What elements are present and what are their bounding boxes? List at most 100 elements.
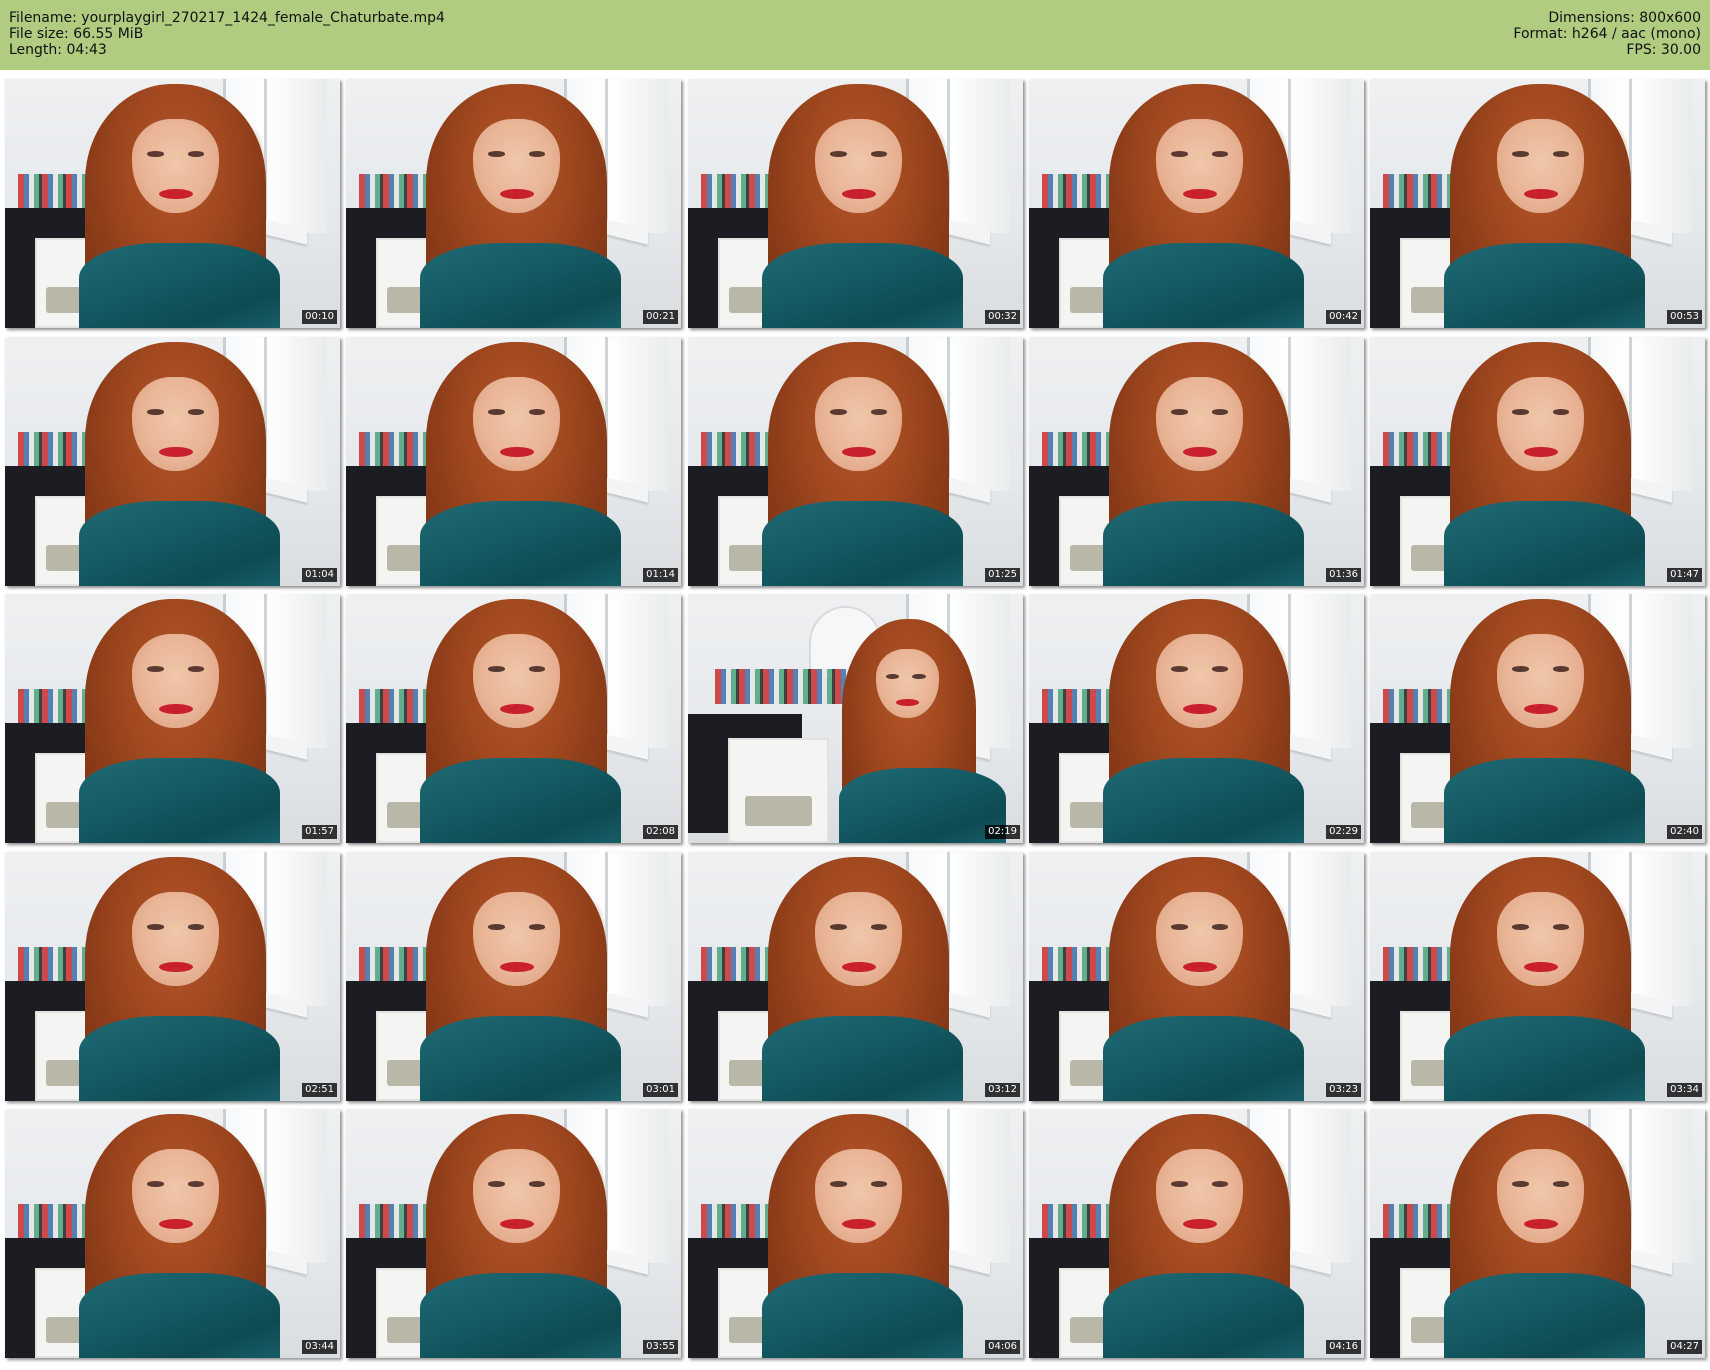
person-lips	[159, 961, 193, 972]
video-thumbnail[interactable]: 03:23	[1029, 852, 1364, 1101]
person-lips	[1183, 961, 1217, 972]
video-thumbnail[interactable]: 01:36	[1029, 337, 1364, 586]
person-lips	[500, 961, 534, 972]
person-eye	[528, 409, 546, 415]
person-lips	[1183, 703, 1217, 714]
person-eye	[830, 1181, 848, 1187]
person-lips	[842, 446, 876, 457]
video-thumbnail[interactable]: 02:51	[5, 852, 340, 1101]
timestamp-label: 03:23	[1326, 1083, 1361, 1097]
person-lips	[1183, 446, 1217, 457]
dimensions-text: Dimensions: 800x600	[1548, 10, 1701, 26]
person-lips	[500, 188, 534, 199]
filename-text: Filename: yourplaygirl_270217_1424_femal…	[9, 10, 445, 26]
timestamp-label: 03:44	[302, 1340, 337, 1354]
timestamp-label: 00:21	[643, 310, 678, 324]
person-robe	[761, 1016, 963, 1101]
person-eye	[488, 924, 506, 930]
person-robe	[78, 1273, 280, 1358]
video-thumbnail[interactable]: 01:47	[1370, 337, 1705, 586]
person-robe	[761, 1273, 963, 1358]
person-robe	[419, 1016, 621, 1101]
video-thumbnail[interactable]: 04:27	[1370, 1109, 1705, 1358]
person-eye	[1171, 409, 1189, 415]
video-thumbnail[interactable]: 01:14	[346, 337, 681, 586]
video-thumbnail[interactable]: 01:25	[688, 337, 1023, 586]
person-eye	[488, 666, 506, 672]
video-thumbnail[interactable]: 03:01	[346, 852, 681, 1101]
person-robe	[78, 758, 280, 843]
person-eye	[1552, 924, 1570, 930]
person-robe	[1443, 501, 1645, 586]
video-thumbnail[interactable]: 04:16	[1029, 1109, 1364, 1358]
person-eye	[885, 673, 900, 680]
person-eye	[870, 409, 888, 415]
person-robe	[419, 1273, 621, 1358]
person-robe	[1443, 1273, 1645, 1358]
timestamp-label: 01:57	[302, 825, 337, 839]
video-thumbnail[interactable]: 03:55	[346, 1109, 681, 1358]
person-eye	[1512, 409, 1530, 415]
person-lips	[159, 1218, 193, 1229]
person-eye	[187, 409, 205, 415]
video-thumbnail[interactable]: 00:53	[1370, 79, 1705, 328]
video-thumbnail[interactable]: 04:06	[688, 1109, 1023, 1358]
timestamp-label: 00:42	[1326, 310, 1361, 324]
length-text: Length: 04:43	[9, 42, 107, 58]
person-eye	[1171, 151, 1189, 157]
person-eye	[870, 924, 888, 930]
person-eye	[1211, 151, 1229, 157]
timestamp-label: 00:32	[985, 310, 1020, 324]
format-text: Format: h264 / aac (mono)	[1513, 26, 1701, 42]
video-thumbnail[interactable]: 03:12	[688, 852, 1023, 1101]
video-thumbnail[interactable]: 00:10	[5, 79, 340, 328]
person-eye	[1211, 409, 1229, 415]
timestamp-label: 04:27	[1667, 1340, 1702, 1354]
video-thumbnail[interactable]: 02:40	[1370, 594, 1705, 843]
person-eye	[147, 1181, 165, 1187]
person-robe	[1443, 1016, 1645, 1101]
timestamp-label: 02:40	[1667, 825, 1702, 839]
person-eye	[1211, 666, 1229, 672]
person-eye	[147, 666, 165, 672]
video-thumbnail[interactable]: 02:29	[1029, 594, 1364, 843]
person-robe	[838, 768, 1007, 843]
person-eye	[147, 924, 165, 930]
person-lips	[1183, 188, 1217, 199]
filesize-text: File size: 66.55 MiB	[9, 26, 144, 42]
person-lips	[1524, 1218, 1558, 1229]
video-thumbnail[interactable]: 02:08	[346, 594, 681, 843]
video-thumbnail[interactable]: 01:57	[5, 594, 340, 843]
timestamp-label: 02:51	[302, 1083, 337, 1097]
person-robe	[1102, 1016, 1304, 1101]
person-eye	[1512, 666, 1530, 672]
person-lips	[1524, 188, 1558, 199]
timestamp-label: 02:19	[985, 825, 1020, 839]
info-header: Filename: yourplaygirl_270217_1424_femal…	[0, 0, 1710, 70]
person-eye	[187, 1181, 205, 1187]
person-robe	[1102, 243, 1304, 328]
file-info-right: Dimensions: 800x600 Format: h264 / aac (…	[1513, 10, 1701, 58]
timestamp-label: 03:12	[985, 1083, 1020, 1097]
person-eye	[1552, 151, 1570, 157]
timestamp-label: 01:04	[302, 568, 337, 582]
timestamp-label: 00:53	[1667, 310, 1702, 324]
timestamp-label: 00:10	[302, 310, 337, 324]
person-eye	[528, 1181, 546, 1187]
person-robe	[1102, 758, 1304, 843]
person-eye	[187, 151, 205, 157]
video-thumbnail[interactable]: 03:34	[1370, 852, 1705, 1101]
person-eye	[1512, 924, 1530, 930]
person-eye	[1211, 1181, 1229, 1187]
video-thumbnail[interactable]: 00:42	[1029, 79, 1364, 328]
person-lips	[1524, 703, 1558, 714]
person-robe	[419, 243, 621, 328]
person-eye	[1171, 924, 1189, 930]
video-thumbnail[interactable]: 02:19	[688, 594, 1023, 843]
person-eye	[488, 151, 506, 157]
person-eye	[912, 673, 926, 680]
video-thumbnail[interactable]: 00:32	[688, 79, 1023, 328]
video-thumbnail[interactable]: 00:21	[346, 79, 681, 328]
video-thumbnail[interactable]: 01:04	[5, 337, 340, 586]
video-thumbnail[interactable]: 03:44	[5, 1109, 340, 1358]
